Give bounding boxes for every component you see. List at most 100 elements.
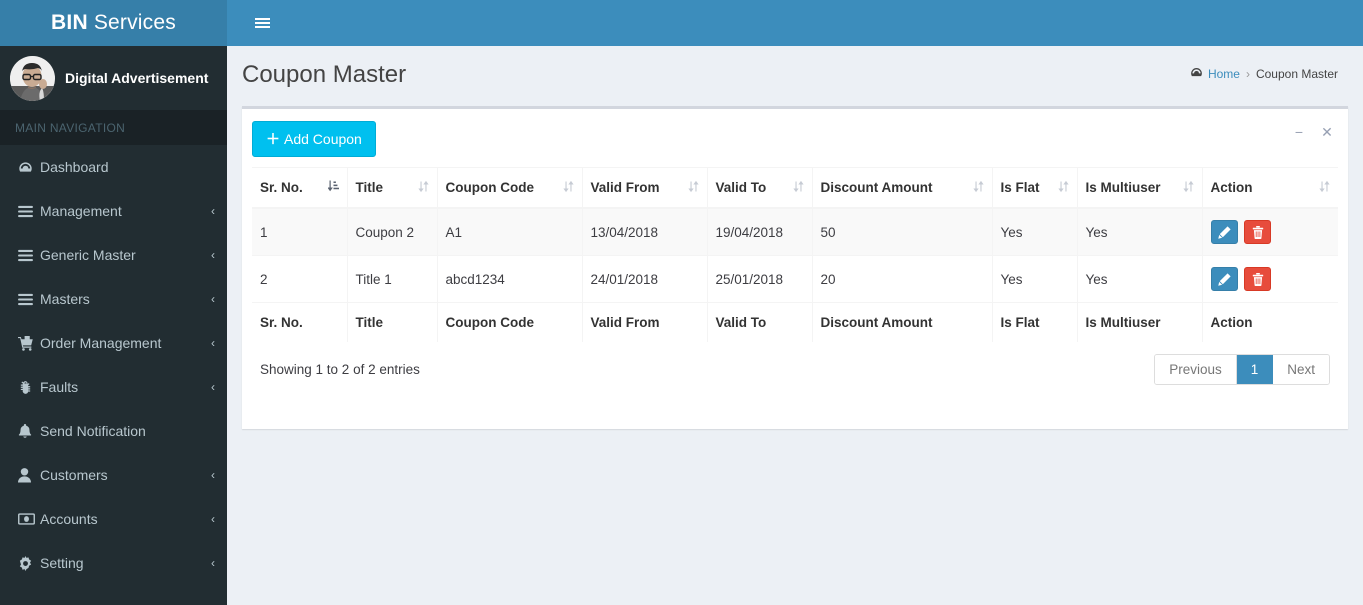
chevron-left-icon: ‹ xyxy=(211,292,215,306)
sidebar-item-setting[interactable]: Setting ‹ xyxy=(0,541,227,585)
table-head: Sr. No. Title Coupon Code Valid From Val… xyxy=(252,167,1338,209)
column-header-action[interactable]: Action xyxy=(1202,167,1338,209)
chevron-left-icon: ‹ xyxy=(211,380,215,394)
sidebar-item-dashboard[interactable]: Dashboard xyxy=(0,145,227,189)
box-tools: − ✕ xyxy=(1288,121,1338,143)
user-avatar-image xyxy=(10,55,55,101)
delete-row-button[interactable] xyxy=(1244,267,1272,291)
close-icon[interactable]: ✕ xyxy=(1316,121,1338,143)
cell-is-flat: Yes xyxy=(992,207,1078,256)
app-logo[interactable]: BIN Services xyxy=(0,0,227,46)
cell-action xyxy=(1202,255,1338,303)
cell-title: Coupon 2 xyxy=(347,207,438,256)
column-label: Coupon Code xyxy=(445,180,534,195)
box-footer-spacer xyxy=(242,401,1348,429)
table-foot: Sr. No. Title Coupon Code Valid From Val… xyxy=(252,302,1338,342)
sidebar-item-label: Faults xyxy=(40,379,79,395)
sidebar-item-label: Accounts xyxy=(40,511,98,527)
trash-icon xyxy=(1252,225,1263,239)
bars-icon xyxy=(18,293,40,306)
gear-icon xyxy=(18,555,40,571)
cell-discount-amount: 20 xyxy=(812,255,993,303)
shopping-cart-icon xyxy=(18,335,40,351)
chevron-left-icon: ‹ xyxy=(211,248,215,262)
breadcrumb-home-link[interactable]: Home xyxy=(1190,66,1240,82)
sidebar-item-management[interactable]: Management ‹ xyxy=(0,189,227,233)
footer-is-flat: Is Flat xyxy=(992,302,1078,342)
column-label: Is Flat xyxy=(1000,180,1040,195)
column-header-valid-to[interactable]: Valid To xyxy=(707,167,813,209)
column-header-title[interactable]: Title xyxy=(347,167,438,209)
top-navbar xyxy=(227,0,1363,46)
add-coupon-label: Add Coupon xyxy=(284,131,362,147)
table-footer-controls: Showing 1 to 2 of 2 entries Previous 1 N… xyxy=(252,342,1338,391)
sidebar-item-send-notification[interactable]: Send Notification xyxy=(0,409,227,453)
edit-row-button[interactable] xyxy=(1210,267,1238,291)
column-label: Is Multiuser xyxy=(1085,180,1161,195)
pagination-page-1[interactable]: 1 xyxy=(1236,355,1274,384)
trash-icon xyxy=(1252,272,1263,286)
edit-row-button[interactable] xyxy=(1210,220,1238,244)
sort-icon xyxy=(417,180,429,195)
coupon-master-box: ＋ Add Coupon − ✕ Sr. No. Title Coupon Co… xyxy=(242,106,1348,429)
column-header-coupon-code[interactable]: Coupon Code xyxy=(437,167,583,209)
pagination-next[interactable]: Next xyxy=(1273,355,1329,384)
cell-sr-no: 1 xyxy=(252,207,348,256)
delete-row-button[interactable] xyxy=(1244,220,1272,244)
cell-valid-from: 24/01/2018 xyxy=(582,255,708,303)
sidebar-item-label: Send Notification xyxy=(40,423,146,439)
pagination-previous[interactable]: Previous xyxy=(1155,355,1237,384)
sidebar-item-generic-master[interactable]: Generic Master ‹ xyxy=(0,233,227,277)
footer-sr-no: Sr. No. xyxy=(252,302,348,342)
table-row: 2 Title 1 abcd1234 24/01/2018 25/01/2018… xyxy=(252,255,1338,303)
sidebar-item-label: Generic Master xyxy=(40,247,136,263)
column-label: Action xyxy=(1210,180,1253,195)
column-label: Valid To xyxy=(715,180,767,195)
chevron-left-icon: ‹ xyxy=(211,556,215,570)
cell-coupon-code: A1 xyxy=(437,207,583,256)
sidebar-item-accounts[interactable]: Accounts ‹ xyxy=(0,497,227,541)
column-header-sr-no[interactable]: Sr. No. xyxy=(252,167,348,209)
sidebar-item-label: Management xyxy=(40,203,122,219)
sidebar-item-order-management[interactable]: Order Management ‹ xyxy=(0,321,227,365)
column-header-is-flat[interactable]: Is Flat xyxy=(992,167,1078,209)
footer-coupon-code: Coupon Code xyxy=(437,302,583,342)
box-header: ＋ Add Coupon − ✕ xyxy=(242,109,1348,167)
user-panel[interactable]: Digital Advertisement xyxy=(0,46,227,111)
table-body: 1 Coupon 2 A1 13/04/2018 19/04/2018 50 Y… xyxy=(252,207,1338,303)
column-label: Discount Amount xyxy=(820,180,933,195)
box-body: Sr. No. Title Coupon Code Valid From Val… xyxy=(242,167,1348,401)
table-footer-row: Sr. No. Title Coupon Code Valid From Val… xyxy=(252,302,1338,342)
cell-discount-amount: 50 xyxy=(812,207,993,256)
sort-icon xyxy=(1057,180,1069,195)
column-header-is-multiuser[interactable]: Is Multiuser xyxy=(1077,167,1203,209)
entries-info: Showing 1 to 2 of 2 entries xyxy=(260,362,420,377)
cell-valid-to: 19/04/2018 xyxy=(707,207,813,256)
breadcrumb: Home › Coupon Master xyxy=(1190,66,1338,82)
sidebar-item-label: Masters xyxy=(40,291,90,307)
column-label: Sr. No. xyxy=(260,180,303,195)
sidebar-item-faults[interactable]: Faults ‹ xyxy=(0,365,227,409)
bell-icon xyxy=(18,423,40,439)
cell-coupon-code: abcd1234 xyxy=(437,255,583,303)
add-coupon-button[interactable]: ＋ Add Coupon xyxy=(252,121,376,157)
breadcrumb-separator: › xyxy=(1245,67,1250,81)
cell-valid-from: 13/04/2018 xyxy=(582,207,708,256)
column-header-valid-from[interactable]: Valid From xyxy=(582,167,708,209)
collapse-icon[interactable]: − xyxy=(1288,121,1310,143)
sidebar-item-label: Order Management xyxy=(40,335,162,351)
sidebar-item-label: Customers xyxy=(40,467,108,483)
avatar xyxy=(10,55,55,101)
column-header-discount-amount[interactable]: Discount Amount xyxy=(812,167,993,209)
footer-title: Title xyxy=(347,302,438,342)
content-wrapper: Coupon Master Home › Coupon Master ＋ Add … xyxy=(227,46,1363,605)
sidebar-item-masters[interactable]: Masters ‹ xyxy=(0,277,227,321)
sidebar-item-customers[interactable]: Customers ‹ xyxy=(0,453,227,497)
breadcrumb-current: Coupon Master xyxy=(1255,67,1338,81)
sort-icon xyxy=(792,180,804,195)
money-icon xyxy=(18,513,40,525)
logo-light-text: Services xyxy=(93,11,176,34)
chevron-left-icon: ‹ xyxy=(211,512,215,526)
sidebar-toggle-button[interactable] xyxy=(241,0,283,46)
sort-asc-icon xyxy=(326,180,339,195)
